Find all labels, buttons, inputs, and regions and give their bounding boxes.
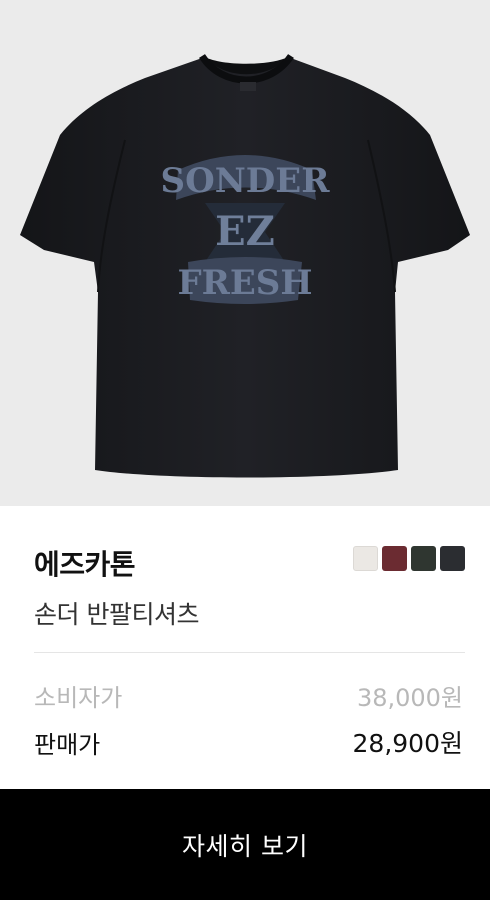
product-info[interactable]: 에즈카톤 손더 반팔티셔츠 소비자가 38,000원 판매가 28,900원	[0, 506, 490, 789]
color-swatch-dark-green[interactable]	[411, 546, 436, 571]
svg-text:EZ: EZ	[215, 208, 275, 255]
color-swatches	[353, 546, 465, 571]
brand-name: 에즈카톤	[34, 548, 136, 581]
consumer-price-value: 38,000원	[356, 684, 463, 712]
product-name: 손더 반팔티셔츠	[34, 600, 199, 629]
color-swatch-ivory[interactable]	[353, 546, 378, 571]
svg-text:FRESH: FRESH	[178, 263, 313, 303]
view-details-button[interactable]: 자세히 보기	[0, 789, 490, 900]
consumer-price-label: 소비자가	[34, 684, 123, 712]
svg-text:SONDER: SONDER	[161, 161, 331, 201]
divider	[34, 652, 465, 653]
product-image[interactable]: SONDER EZ FRESH	[0, 0, 490, 506]
color-swatch-burgundy[interactable]	[382, 546, 407, 571]
sale-price-value: 28,900원	[352, 729, 463, 758]
consumer-price-row: 소비자가 38,000원	[34, 678, 463, 713]
sale-price-label: 판매가	[34, 730, 101, 759]
sale-price-row: 판매가 28,900원	[34, 724, 463, 760]
tshirt-illustration: SONDER EZ FRESH	[20, 53, 470, 478]
color-swatch-charcoal[interactable]	[440, 546, 465, 571]
